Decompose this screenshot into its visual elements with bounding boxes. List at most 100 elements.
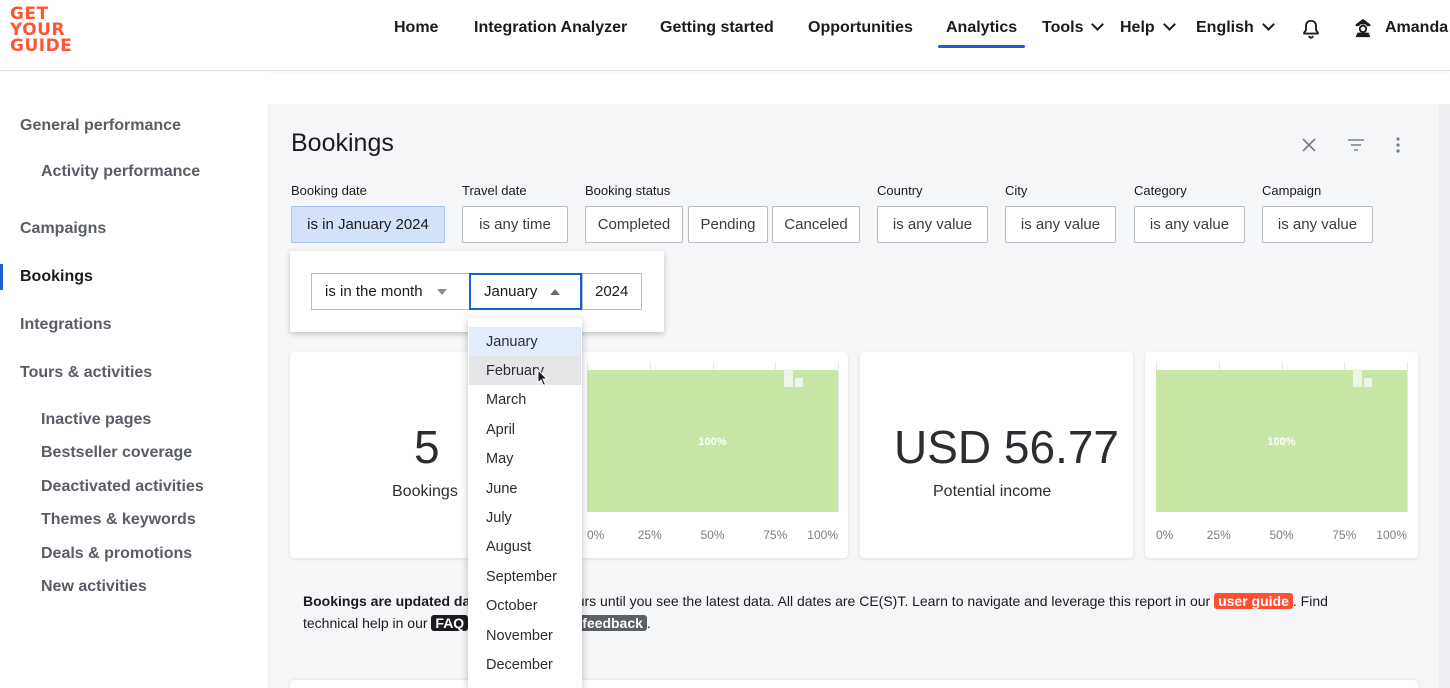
x-tick-label: 100% [807, 528, 838, 542]
filter-city[interactable]: is any value [1005, 206, 1116, 243]
info-text-3: technical help in our [303, 615, 428, 631]
filter-label-city: City [1005, 183, 1028, 198]
month-option-february[interactable]: February [469, 356, 581, 386]
x-tick-label: 100% [1376, 528, 1407, 542]
logo-line-3: GUIDE [10, 36, 73, 56]
x-tick-label: 75% [763, 528, 788, 542]
user-account-icon[interactable] [1352, 17, 1374, 39]
chart-gridline [838, 362, 839, 512]
month-option-january[interactable]: January [469, 327, 581, 356]
condition-select[interactable]: is in the month [311, 273, 470, 310]
close-icon[interactable] [1299, 135, 1319, 155]
caret-up-icon [550, 289, 560, 295]
filter-label-country: Country [877, 183, 923, 198]
info-bold: Bookings are updated dai [303, 593, 475, 609]
month-option-november[interactable]: November [469, 621, 581, 650]
sidebar-item-inactive-pages[interactable]: Inactive pages [41, 411, 151, 429]
bar-data-label: 100% [1267, 436, 1296, 448]
top-navigation: GET YOUR GUIDE Home Integration Analyzer… [0, 0, 1450, 71]
nav-help-label: Help [1120, 19, 1155, 36]
sidebar-item-deals-promotions[interactable]: Deals & promotions [41, 545, 192, 563]
chart-tooltip-marker [784, 369, 793, 387]
caret-down-icon [437, 289, 447, 295]
x-tick-label: 0% [1156, 528, 1174, 542]
income-value: USD 56.77 [894, 421, 1120, 473]
chart-tooltip-marker [1353, 369, 1362, 387]
month-option-may[interactable]: May [469, 445, 581, 474]
chart-tooltip-marker [795, 378, 803, 387]
income-label: Potential income [933, 483, 1052, 500]
next-card [290, 680, 1418, 688]
filter-label-booking-date: Booking date [291, 183, 367, 198]
filter-travel-date[interactable]: is any time [462, 206, 568, 243]
filter-label-booking-status: Booking status [585, 183, 671, 198]
nav-integration-analyzer[interactable]: Integration Analyzer [474, 17, 627, 47]
sidebar-item-tours-activities[interactable]: Tours & activities [20, 364, 152, 382]
chevron-down-icon [1162, 18, 1176, 31]
nav-home[interactable]: Home [394, 17, 438, 47]
info-text-1: hours until you see the latest data. All… [561, 593, 1211, 609]
x-tick-label: 0% [587, 528, 605, 542]
filter-icon[interactable] [1346, 135, 1366, 155]
month-option-april[interactable]: April [469, 415, 581, 444]
x-tick-label: 50% [1269, 528, 1294, 542]
status-pending[interactable]: Pending [688, 206, 768, 243]
bell-icon[interactable] [1300, 18, 1322, 40]
sidebar-item-new-activities[interactable]: New activities [41, 578, 147, 596]
user-guide-link[interactable]: user guide [1214, 593, 1293, 609]
feedback-link[interactable]: feedback [578, 615, 647, 631]
month-option-july[interactable]: July [469, 503, 581, 532]
nav-opportunities[interactable]: Opportunities [808, 17, 913, 47]
filter-label-travel-date: Travel date [462, 183, 527, 198]
x-tick-label: 75% [1332, 528, 1357, 542]
month-option-december[interactable]: December [469, 650, 581, 679]
sidebar-item-campaigns[interactable]: Campaigns [20, 220, 106, 238]
filter-campaign[interactable]: is any value [1262, 206, 1373, 243]
bookings-label: Bookings [392, 483, 458, 500]
faq-link[interactable]: FAQ [431, 615, 469, 631]
nav-user-name[interactable]: Amanda [1385, 17, 1448, 47]
sidebar-item-bestseller-coverage[interactable]: Bestseller coverage [41, 444, 192, 462]
getyourguide-logo[interactable]: GET YOUR GUIDE [10, 6, 80, 58]
month-option-october[interactable]: October [469, 592, 581, 621]
nav-analytics[interactable]: Analytics [937, 17, 1026, 48]
nav-tools-label: Tools [1042, 19, 1084, 36]
year-input[interactable]: 2024 [582, 273, 642, 310]
sidebar-item-deactivated-activities[interactable]: Deactivated activities [41, 478, 204, 496]
filter-booking-date[interactable]: is in January 2024 [291, 206, 445, 243]
chart-gridline [1407, 362, 1408, 512]
info-text-4: . [646, 615, 651, 631]
chevron-down-icon [1261, 18, 1275, 31]
month-select[interactable]: January [469, 273, 582, 310]
month-value: January [484, 283, 538, 300]
month-option-march[interactable]: March [469, 386, 581, 415]
sidebar-item-general-performance[interactable]: General performance [20, 117, 181, 135]
month-option-september[interactable]: September [469, 562, 581, 591]
bar-data-label: 100% [698, 436, 727, 448]
month-option-august[interactable]: August [469, 533, 581, 562]
sidebar-item-themes-keywords[interactable]: Themes & keywords [41, 511, 196, 529]
sidebar-item-bookings[interactable]: Bookings [20, 268, 93, 286]
condition-value: is in the month [325, 283, 423, 300]
more-options-icon[interactable] [1388, 135, 1408, 155]
x-tick-label: 25% [1206, 528, 1231, 542]
x-tick-label: 50% [700, 528, 725, 542]
filter-country[interactable]: is any value [877, 206, 988, 243]
nav-language[interactable]: English [1196, 17, 1275, 47]
chart-tooltip-marker [1364, 378, 1372, 387]
status-canceled[interactable]: Canceled [772, 206, 860, 243]
nav-language-label: English [1196, 19, 1254, 36]
chevron-down-icon [1091, 18, 1105, 31]
sidebar-active-indicator [0, 264, 3, 290]
sidebar-item-activity-performance[interactable]: Activity performance [41, 163, 200, 181]
status-completed[interactable]: Completed [585, 206, 683, 243]
info-text-2: . Find [1292, 593, 1328, 609]
nav-getting-started[interactable]: Getting started [660, 17, 774, 47]
filter-category[interactable]: is any value [1134, 206, 1245, 243]
sidebar-item-integrations[interactable]: Integrations [20, 316, 112, 334]
nav-help[interactable]: Help [1120, 17, 1176, 47]
bookings-count: 5 [414, 421, 440, 473]
month-option-june[interactable]: June [469, 474, 581, 503]
page-title: Bookings [291, 129, 394, 157]
nav-tools[interactable]: Tools [1042, 17, 1105, 47]
